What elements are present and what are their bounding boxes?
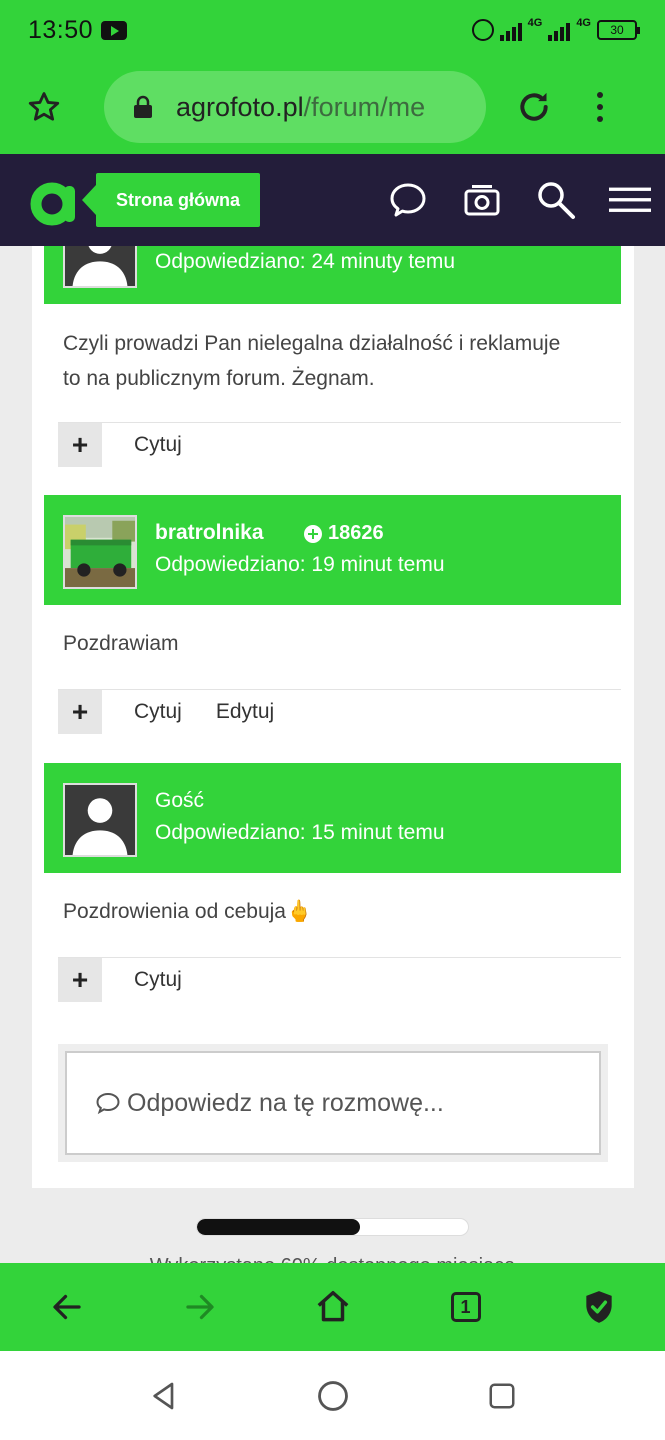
forward-arrow-icon[interactable] xyxy=(178,1285,222,1329)
hamburger-menu-icon[interactable] xyxy=(609,179,651,221)
site-header: Strona główna xyxy=(0,154,665,246)
quote-button[interactable]: Cytuj xyxy=(134,433,182,457)
search-icon[interactable] xyxy=(535,179,577,221)
address-bar[interactable]: agrofoto.pl/forum/me xyxy=(104,71,486,143)
status-indicators: 4G 4G 30 xyxy=(471,17,640,41)
url-path: /forum/me xyxy=(303,91,426,122)
network-type: 4G xyxy=(527,17,543,29)
android-home-icon[interactable] xyxy=(316,1379,350,1413)
usage-progress-fill xyxy=(197,1219,360,1235)
browser-toolbar: agrofoto.pl/forum/me xyxy=(0,60,665,154)
url-host: agrofoto.pl xyxy=(176,91,304,122)
bookmark-star-icon[interactable] xyxy=(22,85,66,129)
android-back-icon[interactable] xyxy=(148,1380,180,1412)
post-header: bratrolnika 18626 Odpowiedziano: 19 minu… xyxy=(44,495,621,605)
reload-icon[interactable] xyxy=(514,87,554,127)
shield-icon[interactable] xyxy=(577,1285,621,1329)
signal-icon xyxy=(499,19,522,41)
reply-placeholder: Odpowiedz na tę rozmowę... xyxy=(127,1088,444,1117)
tabs-count: 1 xyxy=(450,1292,481,1322)
network-type-2: 4G xyxy=(576,17,591,29)
tabs-icon[interactable]: 1 xyxy=(444,1285,488,1329)
thread-card: Odpowiedziano: 24 minuty temu Czyli prow… xyxy=(32,194,634,1188)
youtube-notification-icon xyxy=(101,20,128,40)
plus-circle-icon xyxy=(304,524,322,543)
speech-bubble-icon xyxy=(96,1092,120,1115)
reply-time: Odpowiedziano: 24 minuty temu xyxy=(155,250,455,273)
lock-icon xyxy=(134,95,152,118)
post-header: Gość Odpowiedziano: 15 minut temu xyxy=(44,763,621,873)
usage-progress-bar xyxy=(196,1218,469,1236)
plus-vote-button[interactable]: + xyxy=(58,958,102,1002)
agrofoto-logo[interactable] xyxy=(26,170,86,230)
camera-icon[interactable] xyxy=(461,179,503,221)
quote-button[interactable]: Cytuj xyxy=(134,700,182,724)
post-actions: + Cytuj xyxy=(58,423,182,467)
reply-time: Odpowiedziano: 19 minut temu xyxy=(155,553,445,576)
home-icon[interactable] xyxy=(311,1285,355,1329)
plus-vote-button[interactable]: + xyxy=(58,690,102,734)
quote-button[interactable]: Cytuj xyxy=(134,968,182,992)
battery-icon: 30 xyxy=(597,20,640,40)
plus-vote-button[interactable]: + xyxy=(58,423,102,467)
android-navigation-bar xyxy=(0,1351,665,1440)
status-time: 13:50 xyxy=(28,15,94,44)
author-name[interactable]: bratrolnika xyxy=(155,521,264,545)
avatar[interactable] xyxy=(63,515,137,589)
browser-menu-icon[interactable] xyxy=(594,92,606,122)
edit-button[interactable]: Edytuj xyxy=(216,700,274,724)
user-points: 18626 xyxy=(304,522,384,545)
home-button[interactable]: Strona główna xyxy=(81,173,261,227)
reply-time: Odpowiedziano: 15 minut temu xyxy=(155,821,445,844)
post-actions: + Cytuj xyxy=(58,958,182,1002)
alarm-icon xyxy=(471,19,494,41)
status-bar: 13:50 4G 4G 30 xyxy=(0,0,665,60)
points-value: 18626 xyxy=(328,522,384,544)
post-body: Pozdrowienia od cebuja🖕 xyxy=(63,900,313,923)
post-body: Pozdrawiam xyxy=(63,632,179,655)
post-actions: + Cytuj Edytuj xyxy=(58,690,274,734)
avatar[interactable] xyxy=(63,783,137,857)
signal-icon-2 xyxy=(548,19,571,41)
reply-box-container: Odpowiedz na tę rozmowę... xyxy=(58,1044,608,1162)
browser-bottom-nav: 1 xyxy=(0,1263,665,1351)
chat-icon[interactable] xyxy=(387,179,429,221)
url-text: agrofoto.pl/forum/me xyxy=(176,92,425,123)
post-body: Czyli prowadzi Pan nielegalna działalnoś… xyxy=(63,332,561,390)
author-name: Gość xyxy=(155,789,205,812)
back-arrow-icon[interactable] xyxy=(45,1285,89,1329)
reply-input[interactable]: Odpowiedz na tę rozmowę... xyxy=(65,1051,601,1155)
android-recents-icon[interactable] xyxy=(487,1381,517,1411)
